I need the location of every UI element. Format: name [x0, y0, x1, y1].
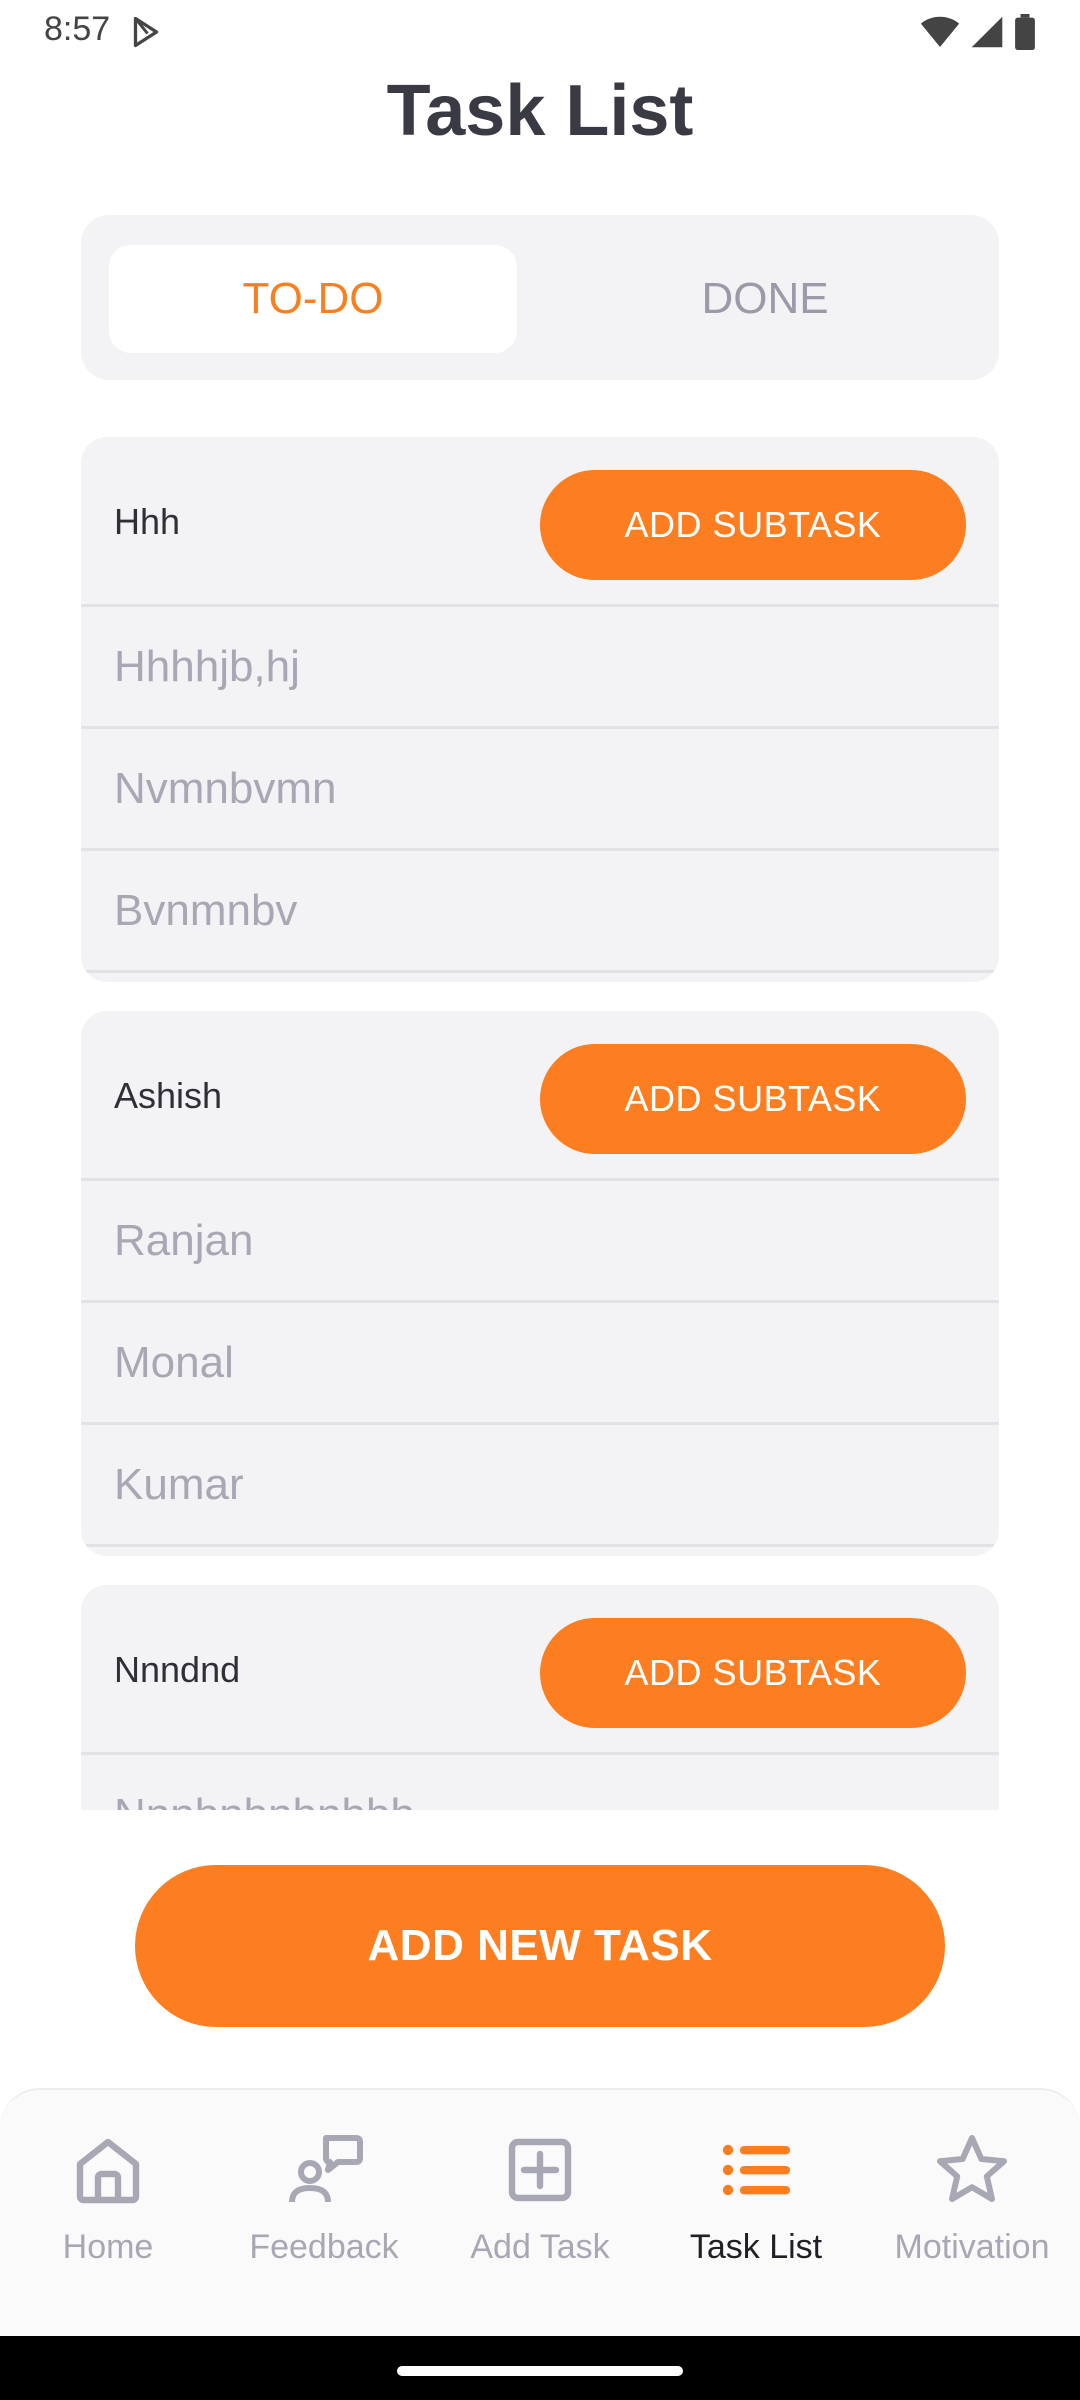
- add-subtask-button[interactable]: ADD SUBTASK: [540, 470, 966, 580]
- nav-label-task-list: Task List: [689, 2228, 823, 2266]
- page-title: Task List: [386, 71, 694, 151]
- play-store-icon: [133, 16, 159, 48]
- battery-icon: [1015, 14, 1035, 50]
- task-list[interactable]: Hhh ADD SUBTASK Hhhhjb,hj Nvmnbvmn Bvnmn…: [0, 430, 1080, 1810]
- task-title: Hhh: [114, 501, 181, 542]
- subtask-item[interactable]: Monal: [81, 1303, 999, 1425]
- nav-label-home: Home: [62, 2228, 154, 2266]
- nav-item-feedback[interactable]: Feedback: [216, 2090, 432, 2338]
- add-subtask-button[interactable]: ADD SUBTASK: [540, 1618, 966, 1728]
- task-list-icon: [722, 2144, 790, 2196]
- status-time: 8:57: [44, 10, 111, 48]
- nav-item-task-list[interactable]: Task List: [648, 2090, 864, 2338]
- add-task-icon: [508, 2138, 572, 2202]
- signal-icon: [971, 16, 1003, 48]
- tab-todo[interactable]: TO-DO: [109, 245, 517, 353]
- star-icon: [937, 2135, 1007, 2202]
- task-card: Ashish ADD SUBTASK Ranjan Monal Kumar: [81, 1011, 999, 1556]
- nav-label-feedback: Feedback: [249, 2228, 399, 2266]
- nav-item-add-task[interactable]: Add Task: [432, 2090, 648, 2338]
- task-card-header: Hhh ADD SUBTASK: [81, 437, 999, 607]
- status-bar: 8:57: [0, 0, 1080, 64]
- task-card-header: Ashish ADD SUBTASK: [81, 1011, 999, 1181]
- subtask-item[interactable]: Bvnmnbv: [81, 851, 999, 973]
- task-card-header: Nnndnd ADD SUBTASK: [81, 1585, 999, 1755]
- task-title: Nnndnd: [114, 1649, 241, 1690]
- nav-label-add-task: Add Task: [470, 2228, 610, 2266]
- nav-item-motivation[interactable]: Motivation: [864, 2090, 1080, 2338]
- tab-done[interactable]: DONE: [561, 245, 969, 353]
- task-title: Ashish: [114, 1075, 223, 1116]
- gesture-nav-bar: [0, 2336, 1080, 2400]
- nav-label-motivation: Motivation: [894, 2228, 1050, 2266]
- subtask-item[interactable]: Nvmnbvmn: [81, 729, 999, 851]
- task-card: Hhh ADD SUBTASK Hhhhjb,hj Nvmnbvmn Bvnmn…: [81, 437, 999, 982]
- feedback-icon: [289, 2135, 363, 2203]
- subtask-item[interactable]: Kumar: [81, 1425, 999, 1547]
- subtask-item[interactable]: Ranjan: [81, 1181, 999, 1303]
- status-icons: [920, 14, 1036, 50]
- subtask-item[interactable]: Nnnbnbnbnbbb: [81, 1755, 999, 1811]
- add-subtask-button[interactable]: ADD SUBTASK: [540, 1044, 966, 1154]
- gesture-handle[interactable]: [397, 2366, 683, 2376]
- wifi-icon: [920, 16, 960, 47]
- tab-switcher: TO-DO DONE: [81, 215, 999, 380]
- task-card: Nnndnd ADD SUBTASK Nnnbnbnbnbbb: [81, 1585, 999, 1810]
- add-new-task-button[interactable]: ADD NEW TASK: [135, 1865, 945, 2027]
- bottom-nav: Home Feedback Add Task Task List Motivat…: [0, 2088, 1080, 2336]
- home-icon: [76, 2138, 140, 2204]
- nav-item-home[interactable]: Home: [0, 2090, 216, 2338]
- subtask-item[interactable]: Hhhhjb,hj: [81, 607, 999, 729]
